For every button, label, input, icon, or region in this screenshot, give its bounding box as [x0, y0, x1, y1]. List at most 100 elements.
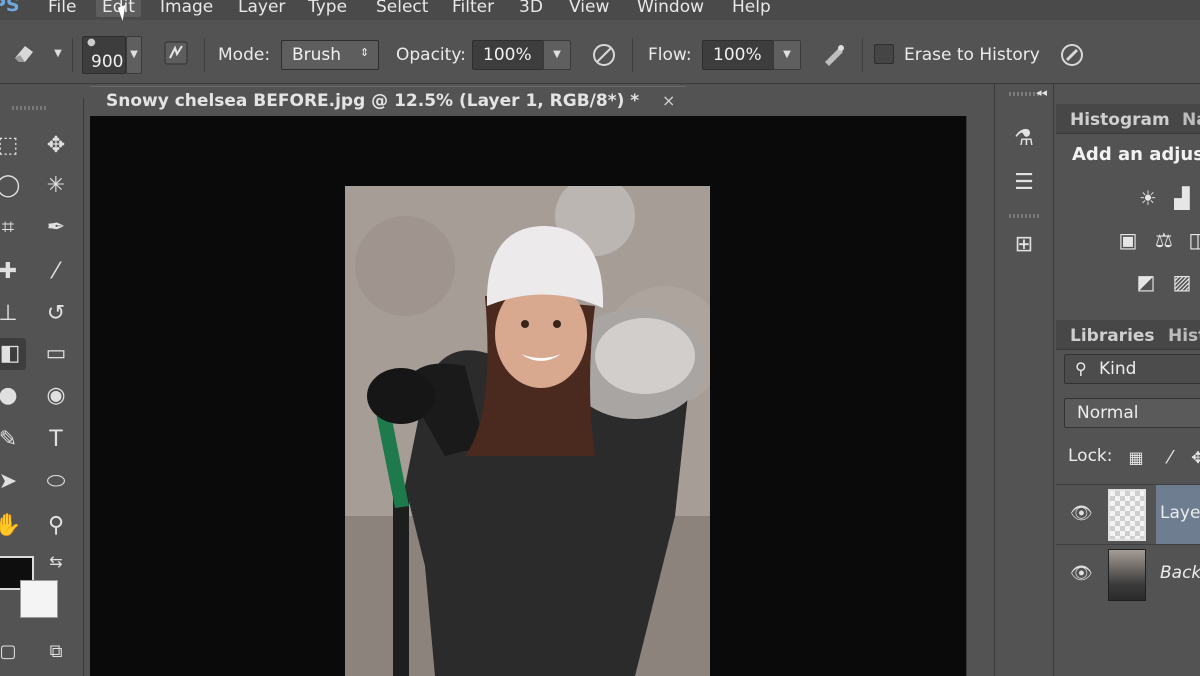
layer-thumbnail-photo — [1108, 549, 1146, 601]
pressure-size-icon[interactable] — [1058, 42, 1086, 70]
history-brush-tool-icon[interactable]: ↺ — [40, 298, 72, 330]
lock-transparency-icon[interactable]: ▦ — [1122, 444, 1150, 472]
visibility-eye-icon[interactable]: 👁 — [1070, 563, 1093, 584]
brush-panel-icon[interactable] — [162, 40, 190, 68]
flow-chevron-icon[interactable]: ▼ — [773, 40, 801, 70]
flow-label: Flow: — [648, 45, 692, 65]
layer-name: Back — [1160, 563, 1200, 583]
photo-illustration — [345, 186, 710, 676]
tool-presets-icon[interactable]: ⚗ — [1007, 122, 1041, 156]
menu-help[interactable]: Help — [732, 0, 771, 17]
mode-select[interactable]: Brush ⇕ — [281, 40, 379, 70]
levels-icon[interactable]: ▟ — [1168, 184, 1196, 212]
brush-presets-icon[interactable]: ☰ — [1007, 166, 1041, 200]
separator — [632, 38, 633, 72]
eyedropper-tool-icon[interactable]: ✒ — [40, 212, 72, 244]
brush-picker-chevron-icon[interactable]: ▼ — [126, 36, 142, 74]
magic-wand-tool-icon[interactable]: ✳ — [40, 170, 72, 202]
background-color-swatch[interactable] — [20, 580, 58, 618]
flow-value: 100% — [713, 45, 762, 65]
brush-tool-icon[interactable]: ⁄ — [40, 256, 72, 288]
canvas-area[interactable] — [90, 116, 966, 676]
app-logo: PS — [0, 0, 20, 16]
blend-mode-select[interactable]: Normal — [1064, 398, 1200, 428]
gradient-tool-icon[interactable]: ▭ — [40, 338, 72, 370]
marquee-tool-icon[interactable]: ⬚ — [0, 130, 24, 162]
menu-bar: PS File Edit Image Layer Type Select Fil… — [0, 0, 1200, 20]
lock-position-icon[interactable]: ✥ — [1184, 444, 1200, 472]
eraser-tool-button[interactable]: ◧ — [0, 338, 26, 370]
layer-name: Laye — [1160, 503, 1200, 523]
tab-navigator[interactable]: Na — [1182, 110, 1200, 130]
gradient-map-icon[interactable]: ▨ — [1168, 268, 1196, 296]
blend-mode-value: Normal — [1077, 403, 1139, 423]
erase-to-history-label: Erase to History — [904, 45, 1040, 65]
opacity-chevron-icon[interactable]: ▼ — [543, 40, 571, 70]
brush-dot-icon: ● — [87, 37, 96, 48]
brush-size-value: 900 — [91, 52, 124, 72]
crop-tool-icon[interactable]: ⌗ — [0, 212, 24, 244]
menu-view[interactable]: View — [569, 0, 609, 17]
clone-stamp-tool-icon[interactable]: ⊥ — [0, 298, 24, 330]
photo-filter-icon[interactable]: ◫ — [1184, 226, 1200, 254]
brightness-icon[interactable]: ☀ — [1134, 184, 1162, 212]
adjustments-title: Add an adjust — [1072, 144, 1200, 165]
ellipse-tool-icon[interactable]: ⬭ — [40, 466, 72, 498]
move-tool-icon[interactable]: ✥ — [40, 130, 72, 162]
toolbar-grip[interactable] — [12, 106, 46, 110]
swap-colors-icon[interactable]: ⇆ — [40, 546, 72, 578]
close-document-icon[interactable]: × — [662, 91, 675, 110]
quick-mask-icon[interactable]: ▢ — [0, 636, 24, 668]
dock-grip[interactable] — [1009, 214, 1039, 218]
layer-row-layer-1[interactable]: 👁 Laye — [1056, 484, 1200, 545]
menu-image[interactable]: Image — [160, 0, 213, 17]
lasso-tool-icon[interactable]: ◯ — [0, 170, 24, 202]
layer-filter-kind[interactable]: ⚲ Kind — [1064, 354, 1200, 384]
brush-size-preview[interactable]: ● 900 — [82, 36, 126, 74]
menu-window[interactable]: Window — [637, 0, 704, 17]
screen-mode-icon[interactable]: ⧉ — [40, 636, 72, 668]
collapse-dock-icon[interactable]: ◂◂ — [997, 86, 1053, 100]
exposure-icon[interactable]: ▣ — [1114, 226, 1142, 254]
tab-history[interactable]: Hist — [1168, 326, 1200, 346]
menu-layer[interactable]: Layer — [238, 0, 285, 17]
type-tool-icon[interactable]: T — [40, 424, 72, 456]
menu-select[interactable]: Select — [376, 0, 428, 17]
dodge-tool-icon[interactable]: ◉ — [40, 380, 72, 412]
pressure-opacity-icon[interactable] — [590, 42, 618, 70]
hand-tool-icon[interactable]: ✋ — [0, 510, 24, 542]
erase-to-history-checkbox[interactable] — [874, 44, 894, 64]
menu-3d[interactable]: 3D — [519, 0, 543, 17]
blur-tool-icon[interactable]: ● — [0, 380, 24, 412]
healing-brush-tool-icon[interactable]: ✚ — [0, 256, 24, 288]
separator — [862, 38, 863, 72]
panel-tabs-top: Histogram Na — [1056, 104, 1200, 134]
mode-value: Brush — [292, 45, 342, 65]
visibility-eye-icon[interactable]: 👁 — [1070, 503, 1093, 524]
tab-histogram[interactable]: Histogram — [1070, 110, 1170, 130]
canvas-scroll-area[interactable] — [966, 116, 992, 676]
menu-filter[interactable]: Filter — [452, 0, 494, 17]
pen-tool-icon[interactable]: ✎ — [0, 424, 24, 456]
color-balance-icon[interactable]: ⚖ — [1150, 226, 1178, 254]
document-tab[interactable]: Snowy chelsea BEFORE.jpg @ 12.5% (Layer … — [90, 86, 686, 116]
tab-libraries[interactable]: Libraries — [1070, 326, 1155, 346]
clone-source-icon[interactable]: ⊞ — [1007, 228, 1041, 262]
tool-preset-chevron-icon[interactable]: ▼ — [44, 40, 72, 68]
layer-row-background[interactable]: 👁 Back — [1056, 544, 1200, 604]
eraser-tool-icon[interactable] — [10, 40, 38, 68]
opacity-input[interactable]: 100% — [472, 40, 544, 70]
zoom-tool-icon[interactable]: ⚲ — [40, 510, 72, 542]
menu-file[interactable]: File — [48, 0, 76, 17]
lock-pixels-icon[interactable]: ⁄ — [1156, 444, 1184, 472]
photo-image — [345, 186, 710, 676]
menu-type[interactable]: Type — [308, 0, 347, 17]
invert-icon[interactable]: ◩ — [1132, 268, 1160, 296]
search-icon: ⚲ — [1075, 359, 1087, 378]
panel-dock-strip: ◂◂ ⚗ ☰ ⊞ — [994, 84, 1054, 676]
separator — [204, 38, 205, 72]
path-selection-tool-icon[interactable]: ➤ — [0, 466, 24, 498]
flow-input[interactable]: 100% — [702, 40, 774, 70]
airbrush-icon[interactable] — [820, 42, 848, 70]
panel-tabs-mid: Libraries Hist — [1056, 320, 1200, 350]
